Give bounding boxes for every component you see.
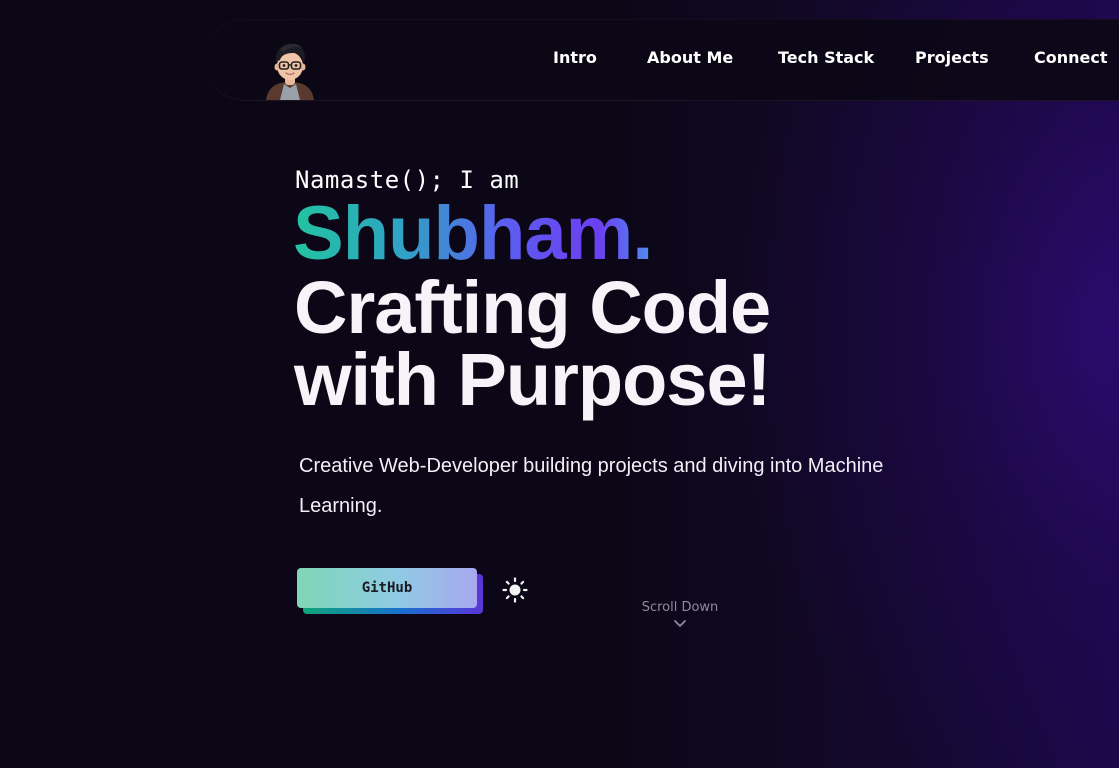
sun-icon[interactable] bbox=[502, 577, 528, 603]
nav-projects-link[interactable]: Projects bbox=[915, 48, 989, 67]
nav-connect-link[interactable]: Connect bbox=[1034, 48, 1108, 67]
github-button[interactable]: GitHub bbox=[297, 568, 477, 608]
chevron-down-icon bbox=[674, 620, 686, 627]
scroll-down-button[interactable]: Scroll Down bbox=[630, 600, 730, 629]
hero-tagline-line-1: Crafting Code bbox=[294, 266, 771, 349]
hero-tagline-line-2: with Purpose! bbox=[294, 338, 771, 421]
hero-name: Shubham. bbox=[293, 191, 653, 276]
nav-tech-stack-link[interactable]: Tech Stack bbox=[778, 48, 874, 67]
github-button-wrapper: GitHub bbox=[297, 568, 483, 614]
hero-subtitle: Creative Web-Developer building projects… bbox=[299, 455, 884, 517]
hero-tagline: Crafting Code with Purpose! bbox=[294, 266, 771, 421]
developer-avatar-icon[interactable] bbox=[258, 36, 322, 100]
nav-about-link[interactable]: About Me bbox=[647, 48, 733, 67]
nav-intro-link[interactable]: Intro bbox=[553, 48, 597, 67]
scroll-down-label: Scroll Down bbox=[641, 600, 719, 615]
